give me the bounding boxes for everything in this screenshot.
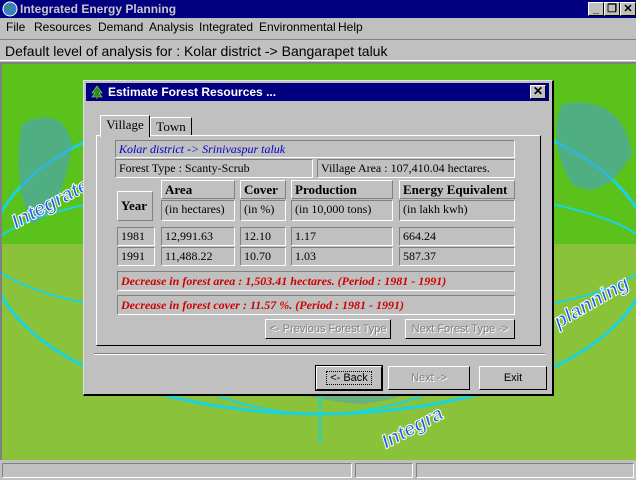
minimize-button[interactable]: _ [588,2,604,16]
col-unit-cover: (in %) [240,200,286,221]
menu-demand[interactable]: Demand [98,20,143,35]
dialog-title-bar: Estimate Forest Resources ... ✕ [86,83,549,101]
menu-bar: File Resources Demand Analysis Integrate… [0,18,636,37]
status-bar [0,460,636,480]
table-cell-year: 1991 [117,247,155,266]
decrease-area-label: Decrease in forest area : 1,503.41 hecta… [117,271,515,291]
status-panel-3 [416,463,634,478]
forest-type-label: Forest Type : Scanty-Scrub [115,159,313,178]
back-button[interactable]: <- Back [315,365,383,391]
back-button-label: <- Back [326,371,372,385]
col-header-area: Area [161,180,235,199]
menu-resources[interactable]: Resources [34,20,91,35]
table-cell-area: 12,991.63 [161,227,235,246]
col-unit-energy: (in lakh kwh) [399,200,515,221]
col-unit-production: (in 10,000 tons) [291,200,393,221]
col-header-production: Production [291,180,393,199]
col-header-energy: Energy Equivalent [399,180,515,199]
analysis-level-bar: Default level of analysis for : Kolar di… [0,39,636,61]
table-cell-cover: 10.70 [240,247,286,266]
restore-button[interactable]: ❐ [604,2,620,16]
table-cell-production: 1.03 [291,247,393,266]
tree-icon [91,85,103,99]
status-panel-main [2,463,352,478]
village-tab-panel: Kolar district -> Srinivaspur taluk Fore… [96,135,541,346]
dialog-title: Estimate Forest Resources ... [108,85,277,99]
status-panel-2 [355,463,413,478]
decrease-cover-label: Decrease in forest cover : 11.57 %. (Per… [117,295,515,315]
table-cell-energy: 587.37 [399,247,515,266]
tab-village[interactable]: Village [100,115,150,137]
dialog-close-button[interactable]: ✕ [530,85,546,99]
table-cell-cover: 12.10 [240,227,286,246]
analysis-level-text: Default level of analysis for : Kolar di… [5,43,388,59]
col-unit-area: (in hectares) [161,200,235,221]
next-forest-type-button[interactable]: Next Forest Type -> [405,319,515,339]
location-label: Kolar district -> Srinivaspur taluk [115,140,515,158]
table-cell-year: 1981 [117,227,155,246]
table-cell-production: 1.17 [291,227,393,246]
menu-help[interactable]: Help [338,20,363,35]
table-cell-energy: 664.24 [399,227,515,246]
menu-integrated[interactable]: Integrated [199,20,253,35]
estimate-forest-dialog: Estimate Forest Resources ... ✕ Village … [83,80,554,396]
previous-forest-type-button[interactable]: <- Previous Forest Type [265,319,391,339]
globe-icon [2,1,18,17]
menu-analysis[interactable]: Analysis [149,20,194,35]
app-title: Integrated Energy Planning [20,2,177,16]
close-button[interactable]: ✕ [620,2,636,16]
menu-file[interactable]: File [6,20,25,35]
tab-town[interactable]: Town [150,117,192,137]
col-header-cover: Cover [240,180,286,199]
col-header-year: Year [117,191,153,221]
exit-button[interactable]: Exit [479,366,547,390]
village-area-label: Village Area : 107,410.04 hectares. [317,159,515,178]
menu-environmental[interactable]: Environmental [259,20,336,35]
table-cell-area: 11,488.22 [161,247,235,266]
dialog-separator [94,353,545,355]
app-title-bar: Integrated Energy Planning _ ❐ ✕ [0,0,636,18]
next-button[interactable]: Next -> [388,366,470,390]
